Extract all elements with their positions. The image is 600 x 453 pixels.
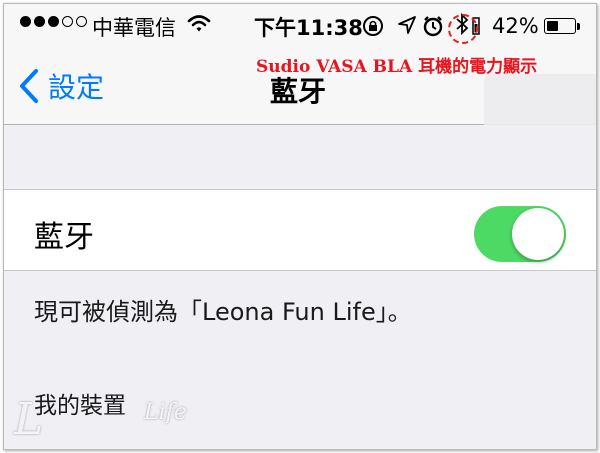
bluetooth-setting-row: 藍牙 [4,190,596,271]
signal-strength-icon [20,16,87,27]
bluetooth-toggle[interactable] [474,206,566,262]
carrier-name: 中華電信 [92,16,176,40]
watermark-text: Life [144,400,187,425]
back-button[interactable]: 設定 [18,66,104,106]
section-header-my-devices: 我的裝置 [34,393,126,419]
alarm-icon [422,15,444,42]
back-button-label: 設定 [48,71,105,104]
clock: 下午11:38 [254,16,363,40]
location-icon [397,15,417,40]
battery-percent: 42% [492,14,539,38]
discoverable-note: 現可被偵測為「Leona Fun Life」。 [34,298,412,326]
screenshot-frame: 中華電信 下午11:38 42% 設定 藍牙 Sudio VASA BLA 耳機… [3,3,597,450]
bluetooth-label: 藍牙 [34,220,94,255]
battery-level-fill [547,21,558,31]
status-bar: 中華電信 下午11:38 42% [4,4,596,48]
chevron-left-icon [20,69,38,103]
annotation-text: Sudio VASA BLA 耳機的電力顯示 [256,57,538,77]
wifi-icon [187,14,211,39]
battery-tip [577,23,580,30]
rotation-lock-icon [362,15,384,42]
group-spacer [4,125,596,190]
toggle-knob[interactable] [512,208,564,260]
battery-icon [544,18,576,34]
annotation-circle [448,14,478,44]
watermark-letter: L [14,394,44,445]
